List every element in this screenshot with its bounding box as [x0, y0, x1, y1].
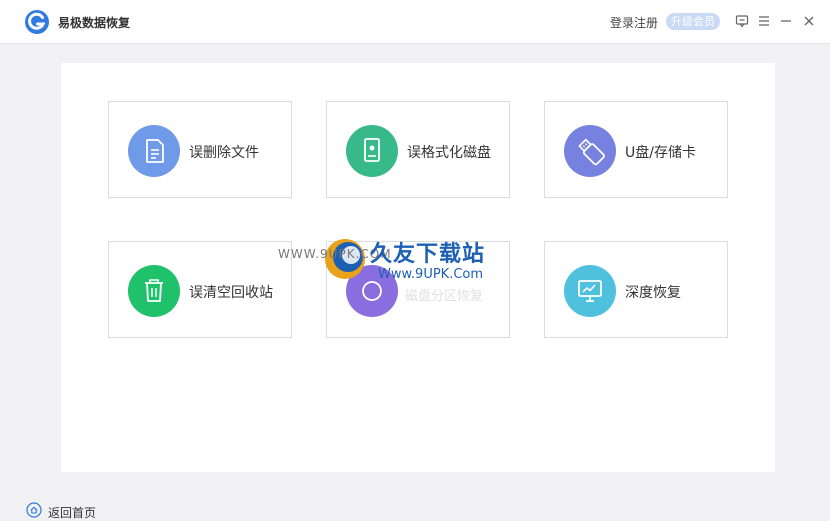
watermark-faded-label: 磁盘分区恢复: [405, 289, 484, 304]
app-window: 易极数据恢复 登录注册 升级会员 误删除文件 误格式化磁盘 U盘/存储卡 误清空…: [0, 0, 830, 521]
title-bar: 易极数据恢复 登录注册 升级会员: [0, 0, 830, 44]
trash-icon: [128, 265, 180, 317]
card-label: U盘/存储卡: [625, 145, 696, 161]
card-label: 误删除文件: [189, 145, 259, 161]
menu-icon[interactable]: [757, 14, 771, 28]
feedback-icon[interactable]: [735, 14, 749, 28]
card-label: 误格式化磁盘: [407, 145, 491, 161]
watermark-title: 久友下载站: [370, 242, 486, 267]
disk-icon: [346, 125, 398, 177]
bottom-bar: 返回首页: [8, 488, 830, 521]
usb-drive-icon: [564, 125, 616, 177]
home-icon[interactable]: [26, 502, 42, 518]
minimize-icon[interactable]: [779, 14, 793, 28]
card-deep-recovery[interactable]: 深度恢复: [544, 241, 728, 338]
back-home-link[interactable]: 返回首页: [48, 504, 96, 521]
upgrade-vip-button[interactable]: 升级会员: [666, 13, 720, 30]
card-recycle-bin[interactable]: 误清空回收站: [108, 241, 292, 338]
card-label: 深度恢复: [625, 285, 681, 301]
app-title: 易极数据恢复: [58, 16, 131, 30]
watermark-url: Www.9UPK.Com: [378, 267, 484, 282]
login-register-link[interactable]: 登录注册: [610, 14, 658, 31]
card-formatted-disk[interactable]: 误格式化磁盘: [326, 101, 510, 198]
card-usb-sdcard[interactable]: U盘/存储卡: [544, 101, 728, 198]
app-logo-icon: [25, 10, 49, 34]
card-label: 误清空回收站: [189, 285, 273, 301]
card-deleted-files[interactable]: 误删除文件: [108, 101, 292, 198]
close-icon[interactable]: [802, 14, 816, 28]
monitor-icon: [564, 265, 616, 317]
document-icon: [128, 125, 180, 177]
